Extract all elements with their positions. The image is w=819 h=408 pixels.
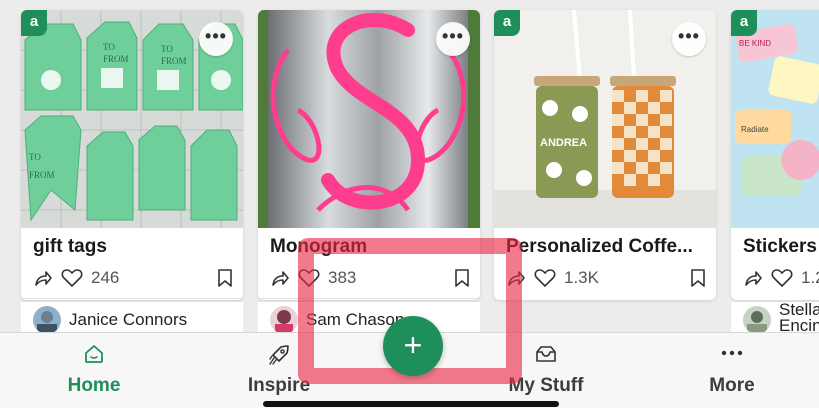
author-name: Janice Connors <box>69 310 188 329</box>
like-count: 1.3K <box>564 268 599 287</box>
brand-badge: a <box>21 10 47 36</box>
svg-text:FROM: FROM <box>161 56 187 66</box>
avatar <box>743 306 771 334</box>
tab-more[interactable]: More <box>662 333 802 408</box>
project-actions: 1.3K <box>506 266 706 290</box>
svg-text:ANDREA: ANDREA <box>540 137 587 149</box>
share-icon[interactable] <box>506 268 526 293</box>
add-button[interactable]: + <box>383 316 443 376</box>
project-actions: 383 <box>270 266 470 290</box>
brand-badge: a <box>494 10 520 36</box>
more-options-button[interactable]: ••• <box>436 22 470 56</box>
tab-label: Home <box>67 375 121 396</box>
share-icon[interactable] <box>270 268 290 293</box>
ellipsis-icon <box>719 343 745 368</box>
divider <box>258 298 480 299</box>
author-row[interactable]: Sam Chason <box>258 302 480 336</box>
like-count: 246 <box>91 268 120 287</box>
project-title[interactable]: Stickers <box>743 236 819 258</box>
like-count: 383 <box>328 268 357 287</box>
svg-text:Radiate: Radiate <box>741 125 769 134</box>
home-icon <box>83 343 105 370</box>
tab-my-stuff[interactable]: My Stuff <box>476 333 616 408</box>
bookmark-icon[interactable] <box>217 268 233 293</box>
heart-icon[interactable] <box>534 268 556 293</box>
project-title[interactable]: Personalized Coffe... <box>506 236 706 258</box>
heart-icon[interactable] <box>771 268 793 293</box>
svg-text:BE KIND: BE KIND <box>739 39 771 48</box>
ellipsis-icon: ••• <box>205 26 227 46</box>
project-feed: TO FROM TO FROM TO FROM a ••• gift tags 246 <box>0 0 819 336</box>
project-actions: 1.2 <box>743 266 819 290</box>
tab-home[interactable]: Home <box>24 333 164 408</box>
svg-text:FROM: FROM <box>103 54 129 64</box>
author-row[interactable]: Janice Connors <box>21 302 243 336</box>
project-title[interactable]: gift tags <box>33 236 233 258</box>
project-image[interactable]: BE KIND Radiate <box>731 10 819 228</box>
avatar <box>270 306 298 334</box>
brand-badge: a <box>731 10 757 36</box>
svg-text:FROM: FROM <box>29 170 55 180</box>
share-icon[interactable] <box>33 268 53 293</box>
rocket-icon <box>267 343 291 372</box>
ellipsis-icon: ••• <box>678 26 700 46</box>
bookmark-icon[interactable] <box>454 268 470 293</box>
share-icon[interactable] <box>743 268 763 293</box>
more-options-button[interactable]: ••• <box>672 22 706 56</box>
project-card[interactable]: TO FROM TO FROM TO FROM a ••• gift tags 246 <box>21 10 243 300</box>
tab-label: Inspire <box>247 375 311 396</box>
project-title[interactable]: Monogram <box>270 236 470 258</box>
tray-icon <box>534 343 558 370</box>
heart-icon[interactable] <box>61 268 83 293</box>
like-count: 1.2 <box>801 268 819 287</box>
ellipsis-icon: ••• <box>442 26 464 46</box>
avatar <box>33 306 61 334</box>
divider <box>21 298 243 299</box>
author-row[interactable]: Stella Encin <box>731 302 819 336</box>
svg-text:TO: TO <box>103 42 115 52</box>
project-card[interactable]: ANDREA a ••• Personalized Coffe... 1.3K <box>494 10 716 300</box>
author-name: Stella Encin <box>779 302 819 335</box>
tab-label: More <box>709 375 755 396</box>
home-indicator[interactable] <box>263 401 559 407</box>
project-card[interactable]: ••• Monogram 383 <box>258 10 480 300</box>
tab-label: My Stuff <box>508 375 584 396</box>
project-card[interactable]: BE KIND Radiate a Stickers 1.2 <box>731 10 819 300</box>
project-actions: 246 <box>33 266 233 290</box>
bookmark-icon[interactable] <box>690 268 706 293</box>
heart-icon[interactable] <box>298 268 320 293</box>
svg-text:TO: TO <box>161 44 173 54</box>
tab-inspire[interactable]: Inspire <box>209 333 349 408</box>
more-options-button[interactable]: ••• <box>199 22 233 56</box>
svg-text:TO: TO <box>29 152 41 162</box>
